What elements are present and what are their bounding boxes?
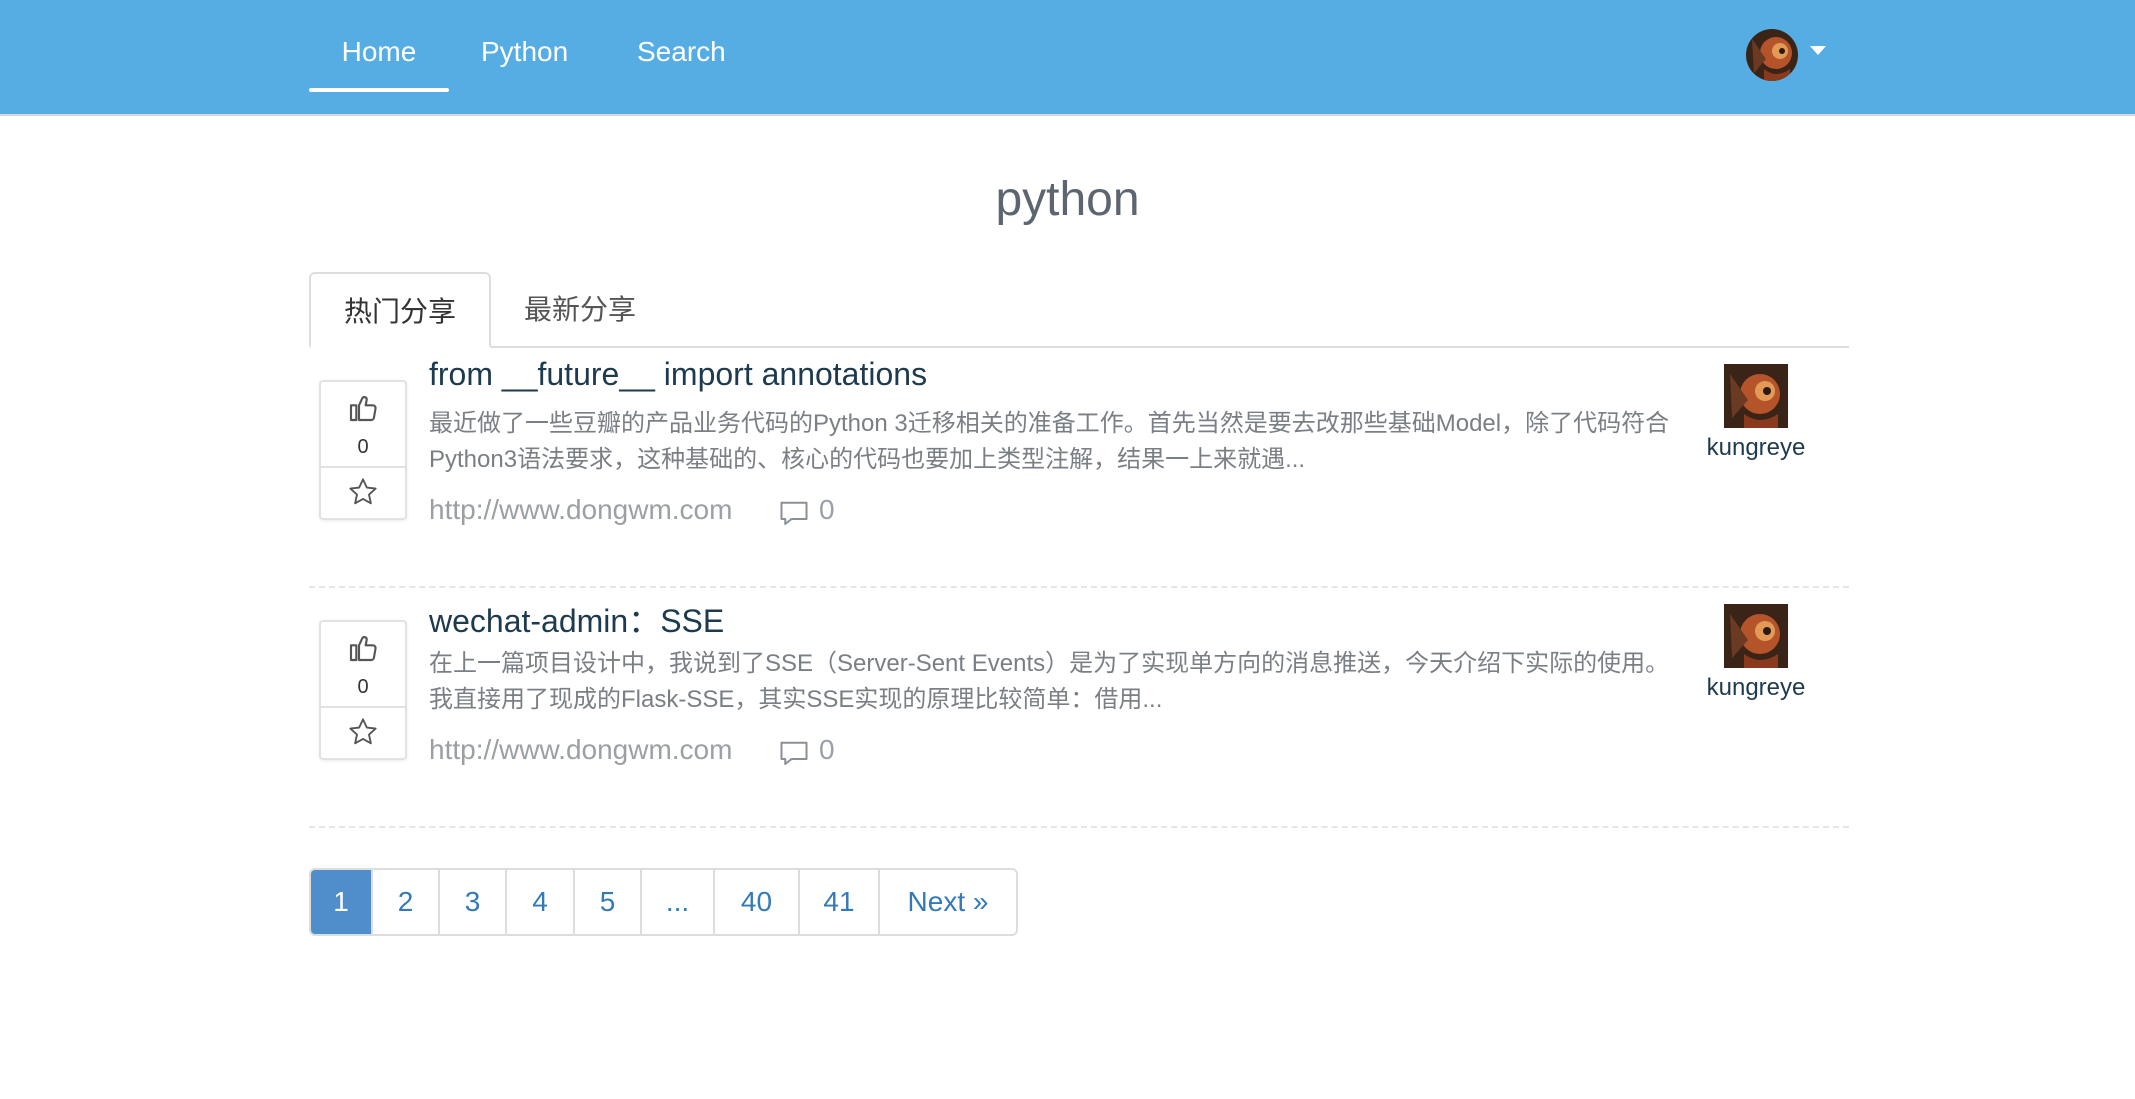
upvote-button[interactable]: 0 <box>321 622 405 708</box>
post-source-link[interactable]: http://www.dongwm.com <box>429 734 732 765</box>
post-summary: 在上一篇项目设计中，我说到了SSE（Server-Sent Events）是为了… <box>429 650 1670 713</box>
page-4[interactable]: 4 <box>507 870 575 934</box>
vote-count: 0 <box>357 676 369 698</box>
author-avatar <box>1724 604 1788 668</box>
upvote-button[interactable]: 0 <box>321 382 405 468</box>
pagination: 1 2 3 4 5 ... 40 41 Next » <box>309 868 1018 936</box>
page-3[interactable]: 3 <box>440 870 507 934</box>
author-name: kungreye <box>1706 434 1806 461</box>
page-40[interactable]: 40 <box>715 870 800 934</box>
next-page-button[interactable]: Next » <box>880 870 1016 934</box>
comment-icon <box>780 741 808 765</box>
user-avatar[interactable] <box>1746 29 1798 81</box>
thumbs-up-icon <box>349 396 377 422</box>
post-author[interactable]: kungreye <box>1689 364 1823 462</box>
nav-home[interactable]: Home <box>309 0 449 92</box>
comment-count: 0 <box>819 734 835 765</box>
post-divider <box>309 826 1849 828</box>
tab-hot[interactable]: 热门分享 <box>309 272 491 348</box>
star-icon <box>349 478 377 505</box>
comment-icon <box>780 501 808 525</box>
author-avatar <box>1724 364 1788 428</box>
page-ellipsis: ... <box>642 870 715 934</box>
user-menu-caret-icon[interactable] <box>1810 46 1826 55</box>
post-title[interactable]: wechat-admin：SSE <box>429 596 724 642</box>
favorite-button[interactable] <box>321 468 405 518</box>
vote-box: 0 <box>319 620 407 760</box>
post-meta: http://www.dongwm.com 0 <box>429 494 835 526</box>
comment-count: 0 <box>819 494 835 525</box>
post-item: 0 from __future__ import annotations 最近做… <box>309 348 1849 588</box>
post-summary: 最近做了一些豆瓣的产品业务代码的Python 3迁移相关的准备工作。首先当然是要… <box>429 410 1670 473</box>
page-5[interactable]: 5 <box>575 870 642 934</box>
star-icon <box>349 718 377 745</box>
post-title[interactable]: from __future__ import annotations <box>429 356 927 393</box>
vote-count: 0 <box>357 436 369 458</box>
nav-search[interactable]: Search <box>637 0 726 92</box>
page-title: python <box>995 173 1140 226</box>
top-navbar: Home Python Search <box>0 0 2135 116</box>
thumbs-up-icon <box>349 636 377 662</box>
page-41[interactable]: 41 <box>800 870 880 934</box>
post-source-link[interactable]: http://www.dongwm.com <box>429 494 732 525</box>
page-1[interactable]: 1 <box>311 870 373 934</box>
vote-box: 0 <box>319 380 407 520</box>
nav-python[interactable]: Python <box>481 0 568 92</box>
post-item: 0 wechat-admin：SSE 在上一篇项目设计中，我说到了SSE（Ser… <box>309 588 1849 828</box>
tab-latest[interactable]: 最新分享 <box>490 272 670 348</box>
page-2[interactable]: 2 <box>373 870 440 934</box>
favorite-button[interactable] <box>321 708 405 758</box>
author-name: kungreye <box>1706 674 1806 701</box>
post-author[interactable]: kungreye <box>1689 604 1823 702</box>
post-meta: http://www.dongwm.com 0 <box>429 734 835 766</box>
